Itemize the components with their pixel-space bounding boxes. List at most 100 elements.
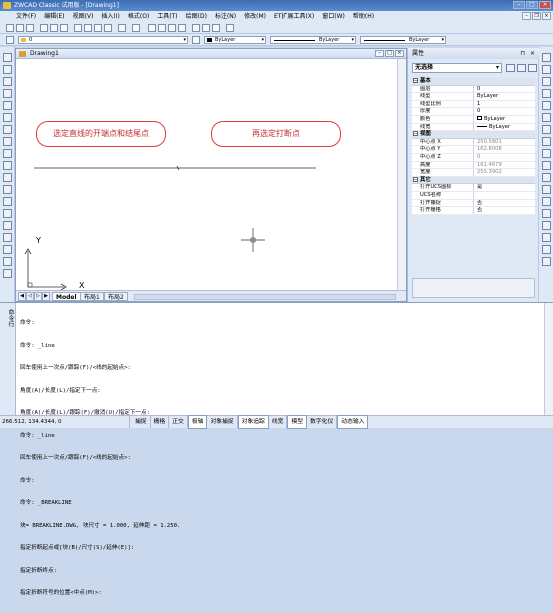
horizontal-scrollbar[interactable] — [134, 294, 396, 300]
lineweight-dropdown[interactable]: ByLayer ▾ — [360, 36, 446, 44]
menu-window[interactable]: 窗口(W) — [318, 11, 349, 22]
pan-icon[interactable] — [148, 24, 156, 32]
property-row[interactable]: 中心点 X 250.5801 — [412, 138, 535, 147]
model-toggle[interactable]: 模型 — [287, 415, 308, 429]
select-objects-icon[interactable] — [517, 64, 526, 72]
color-dropdown[interactable]: ByLayer ▾ — [204, 36, 266, 44]
property-row[interactable]: 线型 ByLayer — [412, 93, 535, 101]
help-icon[interactable] — [226, 24, 234, 32]
minimize-button[interactable]: – — [513, 1, 525, 9]
cut-icon[interactable] — [74, 24, 82, 32]
property-value[interactable]: ByLayer — [474, 124, 535, 131]
menu-draw[interactable]: 绘图(D) — [182, 11, 211, 22]
menu-format[interactable]: 格式(O) — [124, 11, 153, 22]
tab-layout2[interactable]: 布局2 — [104, 292, 128, 301]
next-tab-button[interactable]: ▷ — [34, 292, 42, 301]
drawing-maximize-button[interactable]: □ — [385, 50, 394, 57]
vertical-scrollbar[interactable] — [397, 59, 406, 291]
polyline-tool-icon[interactable] — [3, 77, 12, 86]
arc-tool-icon[interactable] — [3, 113, 12, 122]
property-row[interactable]: 颜色 ByLayer — [412, 115, 535, 124]
first-tab-button[interactable]: ◀ — [18, 292, 26, 301]
ellipse-tool-icon[interactable] — [3, 161, 12, 170]
open-file-icon[interactable] — [16, 24, 24, 32]
tablet-toggle[interactable]: 数字化仪 — [307, 416, 338, 428]
fillet-tool-icon[interactable] — [542, 245, 551, 254]
property-value[interactable]: 否 — [474, 200, 535, 207]
property-row[interactable]: 线型比例 1 — [412, 100, 535, 109]
command-history[interactable]: 命令: 命令: _line 回车使用上一次点/跟踪(F)/<线的起始点>: 角度… — [20, 305, 530, 613]
polar-toggle[interactable]: 极轴 — [187, 415, 208, 429]
zoom-window-icon[interactable] — [168, 24, 176, 32]
point-tool-icon[interactable] — [3, 209, 12, 218]
drawing-minimize-button[interactable]: – — [375, 50, 384, 57]
rectangle-tool-icon[interactable] — [3, 101, 12, 110]
insert-block-icon[interactable] — [3, 185, 12, 194]
category-view[interactable]: − 视图 — [412, 131, 535, 139]
menu-tools[interactable]: 工具(T) — [153, 11, 181, 22]
last-tab-button[interactable]: ▶ — [42, 292, 50, 301]
tab-model[interactable]: Model — [52, 292, 81, 301]
menu-edit[interactable]: 编辑(E) — [40, 11, 68, 22]
property-row[interactable]: 打开栅格否 — [412, 207, 535, 215]
offset-tool-icon[interactable] — [542, 89, 551, 98]
undo-icon[interactable] — [118, 24, 126, 32]
property-value[interactable]: ByLayer — [474, 93, 535, 100]
layer-dropdown[interactable]: 0 ▾ — [18, 36, 188, 44]
cloud-tool-icon[interactable] — [3, 137, 12, 146]
erase-tool-icon[interactable] — [542, 53, 551, 62]
pin-icon[interactable]: ⊓ — [520, 48, 525, 59]
paste-icon[interactable] — [94, 24, 102, 32]
publish-icon[interactable] — [60, 24, 68, 32]
property-value[interactable]: 是 — [474, 184, 535, 191]
property-row[interactable]: 中心点 Y 162.8008 — [412, 146, 535, 154]
match-properties-icon[interactable] — [104, 24, 112, 32]
property-row[interactable]: 打开捕捉否 — [412, 199, 535, 208]
property-value[interactable]: 0 — [474, 86, 535, 93]
region-tool-icon[interactable] — [3, 245, 12, 254]
xline-tool-icon[interactable] — [3, 65, 12, 74]
lineweight-toggle[interactable]: 线宽 — [269, 416, 288, 428]
property-row[interactable]: 宽度 255.3902 — [412, 169, 535, 177]
property-row[interactable]: 厚度 0 — [412, 108, 535, 116]
layer-manager-icon[interactable] — [6, 36, 14, 44]
explode-tool-icon[interactable] — [542, 257, 551, 266]
line-tool-icon[interactable] — [3, 53, 12, 62]
menu-modify[interactable]: 修改(M) — [240, 11, 270, 22]
tab-layout1[interactable]: 布局1 — [80, 292, 104, 301]
lengthen-tool-icon[interactable] — [542, 161, 551, 170]
make-block-icon[interactable] — [3, 197, 12, 206]
chamfer-tool-icon[interactable] — [542, 233, 551, 242]
property-value[interactable]: 0 — [474, 108, 535, 115]
trim-tool-icon[interactable] — [542, 173, 551, 182]
table-tool-icon[interactable] — [3, 257, 12, 266]
zoom-realtime-icon[interactable] — [158, 24, 166, 32]
hatch-tool-icon[interactable] — [3, 221, 12, 230]
properties-icon[interactable] — [192, 24, 200, 32]
menu-dimension[interactable]: 标注(N) — [211, 11, 240, 22]
scale-tool-icon[interactable] — [542, 137, 551, 146]
osnap-toggle[interactable]: 对象捕捉 — [207, 416, 238, 428]
otrack-toggle[interactable]: 对象追踪 — [237, 415, 269, 429]
close-button[interactable]: × — [539, 1, 551, 9]
move-tool-icon[interactable] — [542, 113, 551, 122]
property-row[interactable]: 打开UCS图标是 — [412, 184, 535, 192]
linetype-dropdown[interactable]: ByLayer ▾ — [270, 36, 356, 44]
polygon-tool-icon[interactable] — [3, 89, 12, 98]
stretch-tool-icon[interactable] — [542, 149, 551, 158]
quick-select-icon[interactable] — [506, 64, 515, 72]
drawing-close-button[interactable]: × — [395, 50, 404, 57]
category-misc[interactable]: − 其它 — [412, 176, 535, 185]
snap-toggle[interactable]: 捕捉 — [132, 416, 151, 428]
ellipse-arc-tool-icon[interactable] — [3, 173, 12, 182]
property-value[interactable]: 1 — [474, 101, 535, 108]
property-row[interactable]: UCS名称 — [412, 191, 535, 200]
menu-insert[interactable]: 插入(I) — [97, 11, 123, 22]
break-at-point-icon[interactable] — [542, 197, 551, 206]
copy-icon[interactable] — [84, 24, 92, 32]
menu-view[interactable]: 视图(V) — [69, 11, 98, 22]
make-current-layer-icon[interactable] — [192, 36, 200, 44]
menu-file[interactable]: 文件(F) — [12, 11, 40, 22]
category-general[interactable]: − 基本 — [412, 78, 535, 86]
command-scrollbar[interactable] — [544, 303, 553, 416]
